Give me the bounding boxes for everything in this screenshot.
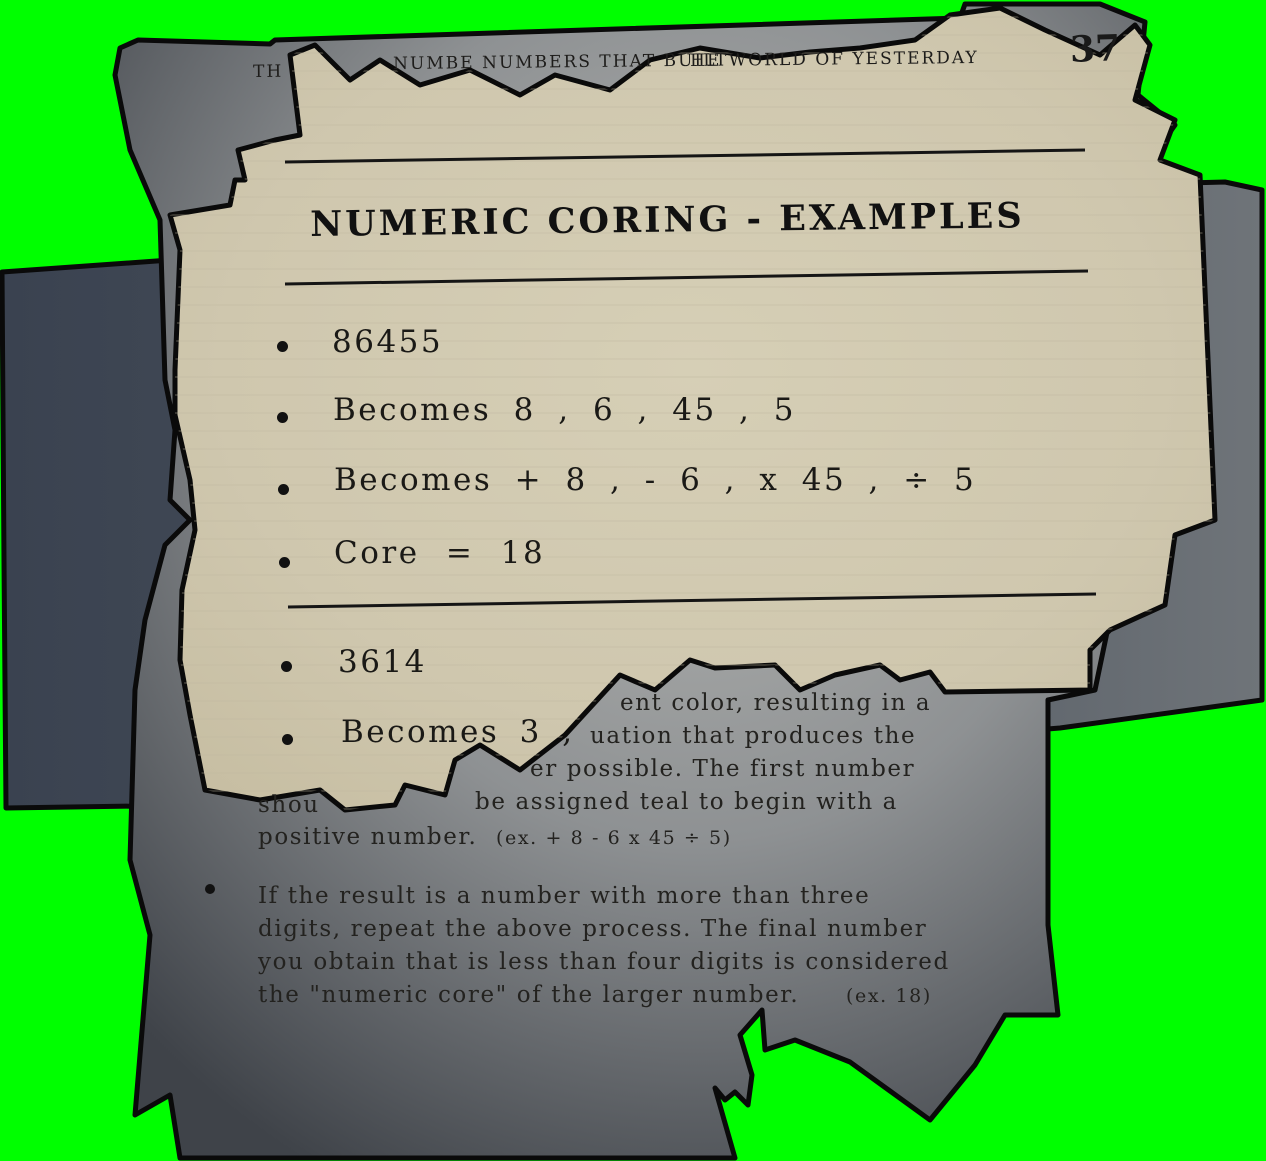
page-text-fragment: shou bbox=[258, 792, 320, 818]
page-text-fragment: uation that produces the bbox=[590, 723, 917, 749]
card-title: NUMERIC CORING - EXAMPLES bbox=[310, 195, 1025, 245]
example2-split: Becomes 3 , bbox=[341, 714, 575, 750]
bullet-icon bbox=[282, 734, 293, 745]
page-text-line: digits, repeat the above process. The fi… bbox=[258, 916, 928, 942]
page-header-middle: NUMBE NUMBERS THAT BUILT bbox=[393, 50, 729, 74]
page-header-right: HE WORLD OF YESTERDAY bbox=[690, 47, 979, 71]
page-text-example: (ex. + 8 - 6 x 45 ÷ 5) bbox=[496, 827, 732, 849]
page-text-fragment: er possible. The first number bbox=[530, 756, 916, 782]
example1-number: 86455 bbox=[332, 324, 444, 360]
example1-core: Core = 18 bbox=[334, 535, 546, 571]
puzzle-document-scene: TH NUMBE NUMBERS THAT BUILT HE WORLD OF … bbox=[0, 0, 1266, 1161]
bullet-icon bbox=[277, 412, 288, 423]
page-text-example: (ex. 18) bbox=[846, 985, 932, 1007]
page-text-line: positive number. bbox=[258, 824, 478, 850]
bullet-icon bbox=[205, 884, 215, 894]
page-text-line: the "numeric core" of the larger number. bbox=[258, 982, 800, 1008]
bullet-icon bbox=[278, 484, 289, 495]
page-text-line: If the result is a number with more than… bbox=[258, 883, 871, 909]
page-number: 37 bbox=[1069, 27, 1121, 71]
page-text-fragment: ent color, resulting in a bbox=[620, 690, 932, 716]
page-text-line: you obtain that is less than four digits… bbox=[258, 949, 950, 975]
bullet-icon bbox=[281, 661, 292, 672]
bullet-icon bbox=[279, 557, 290, 568]
page-text-fragment: be assigned teal to begin with a bbox=[475, 789, 898, 815]
example1-operations: Becomes + 8 , - 6 , x 45 , ÷ 5 bbox=[334, 462, 977, 498]
bullet-icon bbox=[277, 341, 288, 352]
example2-number: 3614 bbox=[338, 644, 427, 680]
example1-split: Becomes 8 , 6 , 45 , 5 bbox=[333, 392, 796, 428]
page-header-left: TH bbox=[253, 61, 284, 82]
